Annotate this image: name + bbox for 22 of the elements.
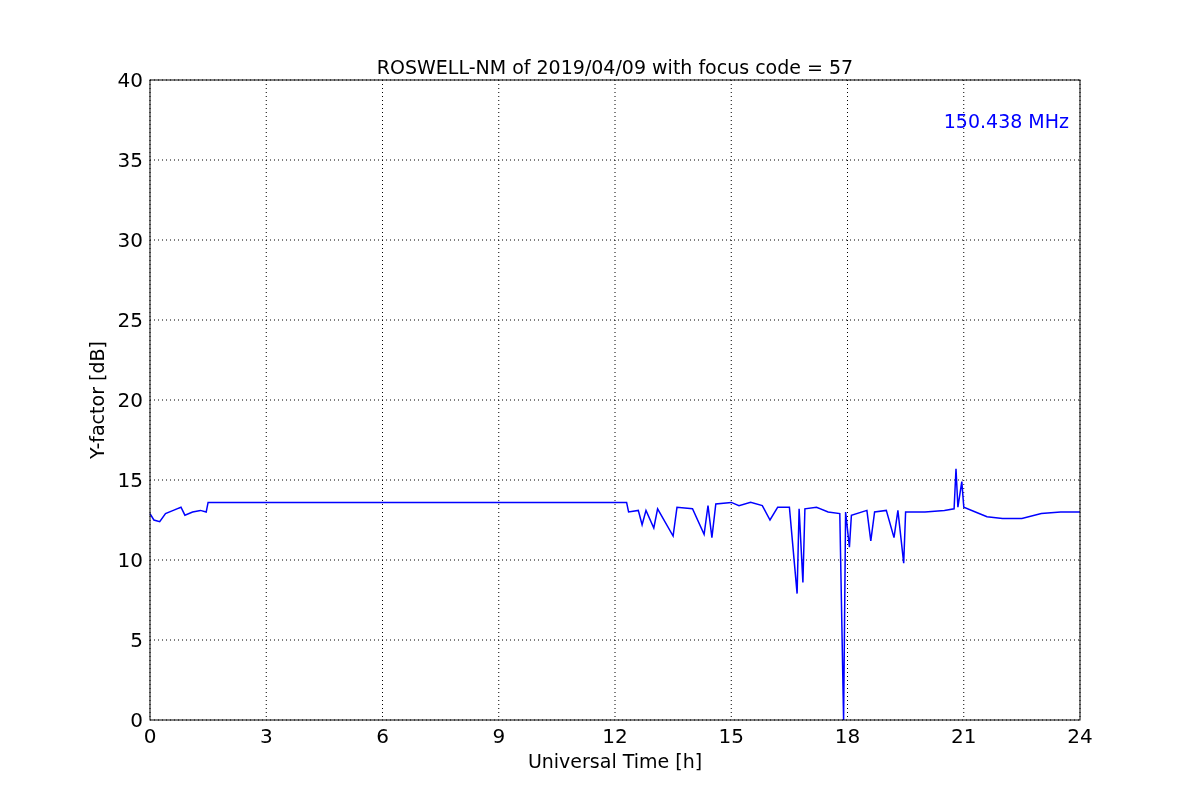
x-tick-label: 18 [834,724,861,748]
y-tick-label: 40 [117,68,143,92]
x-tick-label: 0 [143,724,157,748]
x-tick-label: 6 [376,724,389,748]
x-tick-label: 12 [602,724,628,748]
chart-title: ROSWELL-NM of 2019/04/09 with focus code = 57 [376,56,854,78]
y-tick-label: 10 [117,548,143,572]
y-tick-label: 15 [117,468,143,492]
x-tick-label: 9 [492,724,506,748]
y-tick-label: 5 [130,628,143,652]
y-tick-label: 30 [117,228,143,252]
x-tick-label: 21 [951,724,977,748]
y-axis-label: Y-factor [dB] [86,341,108,459]
x-tick-label: 15 [718,724,744,748]
x-tick-label: 3 [259,724,273,748]
x-tick-label: 24 [1067,724,1093,748]
y-tick-label: 0 [130,708,143,732]
y-tick-label: 20 [117,388,143,412]
series-label: 150.438 MHz [943,110,1069,132]
y-tick-label: 25 [117,308,143,332]
y-tick-label: 35 [117,148,143,172]
x-axis-label: Universal Time [h] [527,750,703,772]
